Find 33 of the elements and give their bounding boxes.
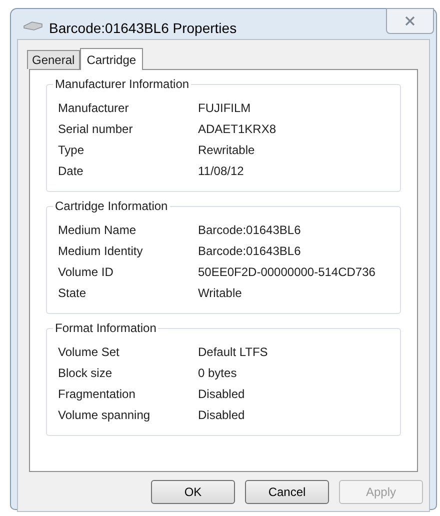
field-value: Disabled	[198, 386, 245, 402]
field-value: ADAET1KRX8	[198, 120, 276, 138]
field-value: FUJIFILM	[198, 100, 251, 116]
drive-icon	[23, 21, 43, 31]
field-value: 11/08/12	[198, 162, 244, 180]
field-label: Date	[58, 162, 84, 180]
field-label: Fragmentation	[58, 386, 136, 402]
field-label: State	[58, 284, 88, 302]
dialog-button[interactable]: OK	[151, 480, 235, 504]
field-label: Volume Set	[58, 344, 120, 360]
field-value: Rewritable	[198, 142, 255, 158]
field-value: 0 bytes	[198, 364, 237, 382]
field-label: Type	[58, 142, 86, 158]
field-label: Manufacturer	[58, 100, 130, 116]
field-label: Volume spanning	[58, 406, 152, 424]
field-label: Volume ID	[58, 264, 114, 280]
field-value: Default LTFS	[198, 344, 268, 360]
field-value: Writable	[198, 284, 242, 302]
window-title: Barcode:01643BL6 Properties	[49, 19, 237, 38]
field-value: 50EE0F2D-00000000-514CD736	[198, 264, 376, 280]
field-value: Disabled	[198, 406, 245, 424]
close-button[interactable]	[386, 8, 434, 34]
group-title: Cartridge Information	[53, 198, 170, 214]
dialog-button[interactable]: Cancel	[245, 480, 329, 504]
tab[interactable]: Cartridge	[80, 48, 144, 70]
field-value: Barcode:01643BL6	[198, 222, 301, 238]
close-icon	[405, 16, 415, 26]
field-label: Serial number	[58, 120, 134, 138]
field-label: Medium Identity	[58, 242, 144, 260]
tab[interactable]: General	[27, 50, 80, 69]
field-value: Barcode:01643BL6	[198, 242, 301, 260]
field-label: Medium Name	[58, 222, 138, 238]
field-label: Block size	[58, 364, 114, 382]
